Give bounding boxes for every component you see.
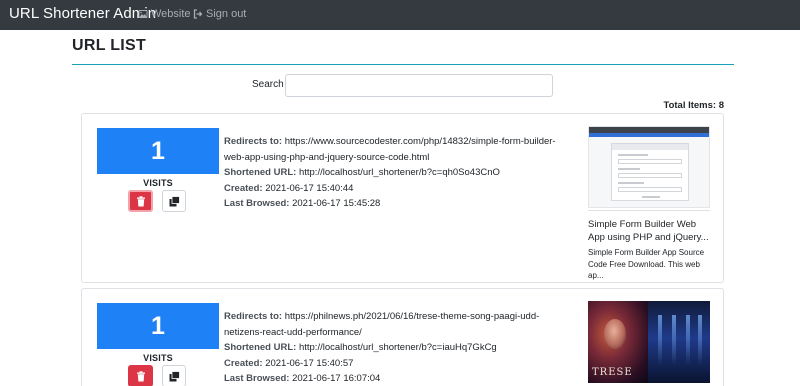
visit-count: 1	[97, 128, 219, 174]
preview-image[interactable]	[588, 126, 710, 208]
title-divider	[72, 64, 734, 65]
preview-description: Simple Form Builder App Source Code Free…	[588, 248, 705, 280]
navbar: URL Shortener Admin Website Sign out	[0, 0, 800, 30]
copy-button[interactable]	[162, 365, 186, 386]
last-browsed-value: 2021-06-17 15:45:28	[292, 198, 381, 209]
website-link[interactable]: Website	[138, 8, 191, 20]
preview-title[interactable]: Simple Form Builder Web App using PHP an…	[588, 218, 712, 244]
website-link-label: Website	[151, 8, 191, 20]
total-items: Total Items: 8	[663, 100, 724, 111]
copy-icon	[169, 195, 180, 206]
sign-out-link-label: Sign out	[206, 8, 247, 20]
preview-image[interactable]: TRESE	[588, 301, 710, 383]
url-card: 1 VISITS Redirects to: https://www.sourc…	[81, 113, 724, 283]
url-card: 1 VISITS Redirects to: https://philnews.…	[81, 288, 724, 386]
last-browsed-label: Last Browsed:	[224, 373, 290, 384]
trash-icon	[136, 195, 145, 206]
url-info: Redirects to: https://philnews.ph/2021/0…	[224, 309, 574, 386]
trash-icon	[136, 370, 145, 381]
visits-label: VISITS	[143, 178, 173, 188]
last-browsed-value: 2021-06-17 16:07:04	[292, 373, 381, 384]
sign-out-icon	[193, 9, 203, 19]
url-info: Redirects to: https://www.sourcecodester…	[224, 134, 574, 212]
search-input[interactable]	[285, 74, 553, 97]
created-label: Created:	[224, 357, 263, 369]
created-value: 2021-06-17 15:40:44	[265, 182, 354, 194]
brand-link[interactable]: URL Shortener Admin	[9, 5, 156, 22]
created-value: 2021-06-17 15:40:57	[265, 357, 354, 369]
visits-label: VISITS	[143, 353, 173, 363]
last-browsed-label: Last Browsed:	[224, 198, 290, 209]
shortened-label: Shortened URL:	[224, 342, 297, 353]
delete-button[interactable]	[128, 190, 153, 212]
shortened-label: Shortened URL:	[224, 167, 297, 178]
delete-button[interactable]	[128, 365, 153, 386]
search-label: Search	[252, 79, 284, 90]
visit-count: 1	[97, 303, 219, 349]
preview-divider	[588, 210, 710, 211]
copy-button[interactable]	[162, 190, 186, 212]
copy-icon	[169, 370, 180, 381]
shortened-url[interactable]: http://localhost/url_shortener/b?c=qh0So…	[299, 167, 500, 178]
image-icon	[138, 10, 148, 18]
preview-image-text: TRESE	[592, 367, 633, 378]
redirects-label: Redirects to:	[224, 136, 283, 147]
redirects-label: Redirects to:	[224, 311, 283, 322]
page-title: URL LIST	[72, 37, 147, 54]
created-label: Created:	[224, 182, 263, 194]
sign-out-link[interactable]: Sign out	[193, 8, 246, 20]
shortened-url[interactable]: http://localhost/url_shortener/b?c=iauHq…	[299, 342, 497, 353]
